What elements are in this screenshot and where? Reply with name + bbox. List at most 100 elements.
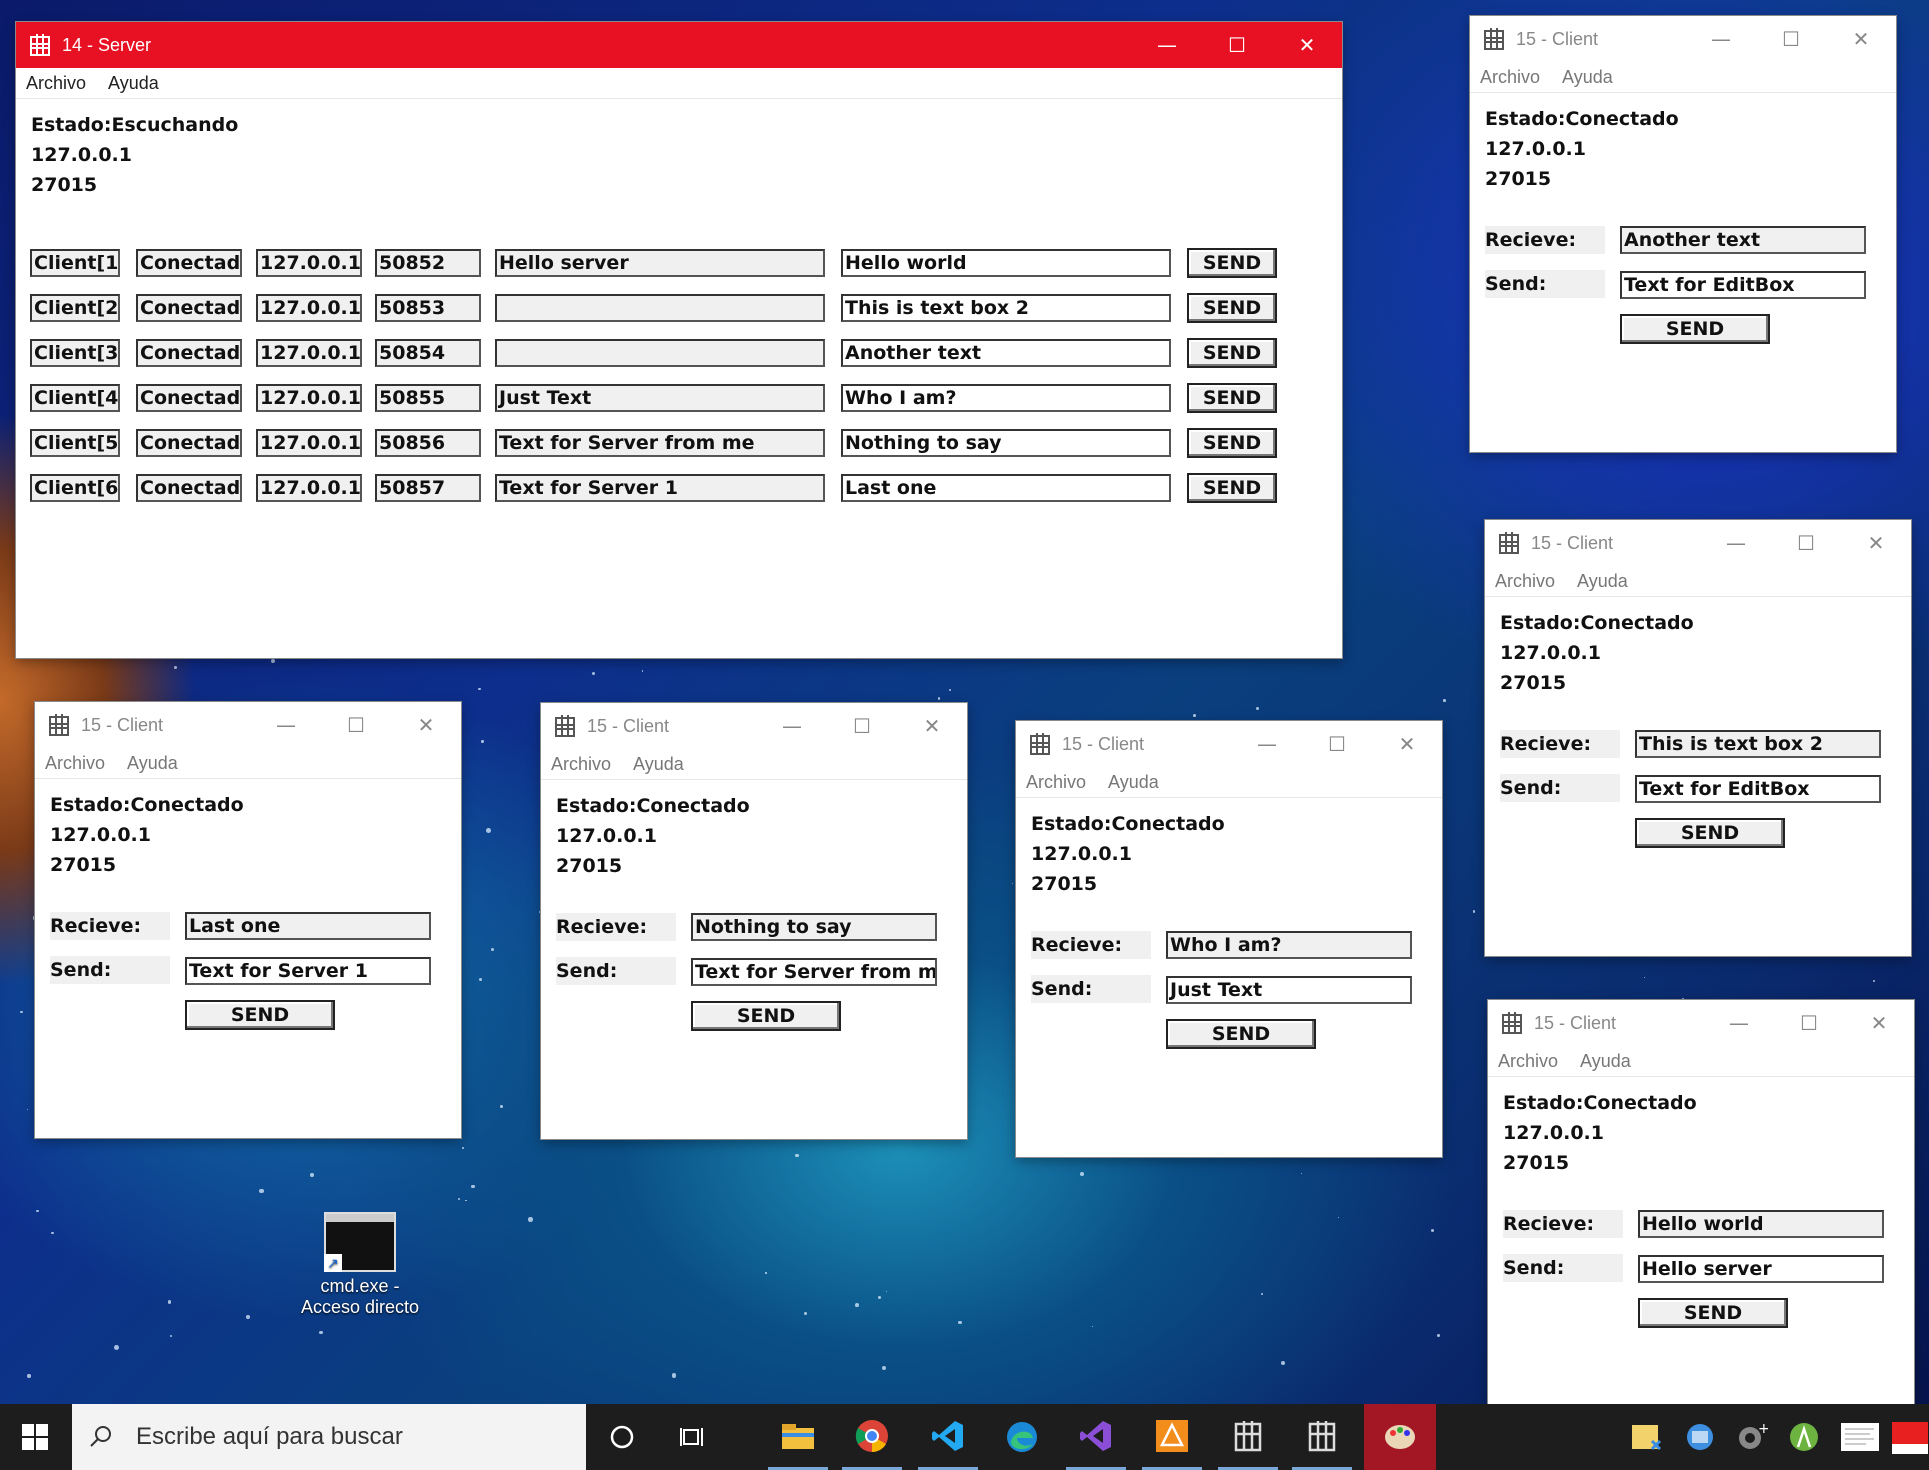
maximize-icon[interactable]: ☐ [1771,520,1841,566]
svg-text:+: + [1758,1421,1768,1437]
received-text-field: Just Text [495,384,825,412]
client-app-taskbar-icon[interactable] [1292,1404,1352,1470]
minimize-icon[interactable]: — [1704,1000,1774,1046]
close-icon[interactable]: ✕ [1272,22,1342,68]
minimize-icon[interactable]: — [1701,520,1771,566]
search-box[interactable]: Escribe aquí para buscar [72,1404,586,1470]
send-text-input[interactable]: Text for Server from me [691,958,937,986]
close-icon[interactable]: ✕ [391,702,461,748]
send-text-input[interactable]: Text for Server 1 [185,957,431,985]
send-button[interactable]: SEND [1187,428,1277,458]
menu-ayuda[interactable]: Ayuda [1108,772,1159,793]
menu-archivo[interactable]: Archivo [1480,67,1540,88]
client-titlebar[interactable]: 15 - Client — ☐ ✕ [1470,16,1896,62]
send-button[interactable]: SEND [691,1001,841,1031]
menu-archivo[interactable]: Archivo [551,754,611,775]
client-titlebar[interactable]: 15 - Client — ☐ ✕ [1016,721,1442,767]
close-icon[interactable]: ✕ [1844,1000,1914,1046]
client-status-field: Conectado [136,384,242,412]
menu-archivo[interactable]: Archivo [1498,1051,1558,1072]
minimize-icon[interactable]: — [1686,16,1756,62]
client-window: 15 - Client — ☐ ✕ Archivo Ayuda Estado:Conecta… [1485,520,1911,956]
minimize-icon[interactable]: — [757,703,827,749]
menu-archivo[interactable]: Archivo [1495,571,1555,592]
close-icon[interactable]: ✕ [1826,16,1896,62]
send-text-input[interactable]: Another text [841,339,1171,367]
menu-ayuda[interactable]: Ayuda [108,73,159,94]
close-icon[interactable]: ✕ [1372,721,1442,767]
downloads-icon[interactable] [1620,1404,1672,1470]
document-thumbnail-icon[interactable] [1834,1404,1886,1470]
close-icon[interactable]: ✕ [897,703,967,749]
network-app-icon[interactable] [1674,1404,1726,1470]
send-button[interactable]: SEND [1187,383,1277,413]
send-text-input[interactable]: Hello world [841,249,1171,277]
client-window: 15 - Client — ☐ ✕ Archivo Ayuda Estado:Conecta… [35,702,461,1138]
menu-ayuda[interactable]: Ayuda [127,753,178,774]
menu-ayuda[interactable]: Ayuda [1580,1051,1631,1072]
send-button[interactable]: SEND [1187,473,1277,503]
received-text-field [495,339,825,367]
client-ip-field: 127.0.0.1 [256,384,362,412]
menu-ayuda[interactable]: Ayuda [633,754,684,775]
minimize-icon[interactable]: — [1132,22,1202,68]
task-view-icon[interactable] [664,1404,724,1470]
menu-archivo[interactable]: Archivo [26,73,86,94]
app-icon [1502,1012,1522,1034]
maximize-icon[interactable]: ☐ [1756,16,1826,62]
close-icon[interactable]: ✕ [1841,520,1911,566]
send-button[interactable]: SEND [1620,314,1770,344]
send-button[interactable]: SEND [1187,248,1277,278]
recieve-label: Recieve: [50,912,170,940]
paint-icon[interactable] [1364,1404,1436,1470]
send-button[interactable]: SEND [1635,818,1785,848]
menu-ayuda[interactable]: Ayuda [1577,571,1628,592]
maximize-icon[interactable]: ☐ [1774,1000,1844,1046]
client-titlebar[interactable]: 15 - Client — ☐ ✕ [35,702,461,748]
send-text-input[interactable]: Text for EditBox [1635,775,1881,803]
send-text-input[interactable]: Last one [841,474,1171,502]
maximize-icon[interactable]: ☐ [827,703,897,749]
send-button[interactable]: SEND [185,1000,335,1030]
visual-studio-icon[interactable] [1066,1404,1126,1470]
window-title: 14 - Server [62,34,152,55]
maximize-icon[interactable]: ☐ [321,702,391,748]
gear-plus-icon[interactable]: + [1726,1404,1778,1470]
cmd-shortcut[interactable]: ↗ cmd.exe - Acceso directo [300,1212,420,1318]
app-orange-icon[interactable] [1142,1404,1202,1470]
send-text-input[interactable]: Hello server [1638,1255,1884,1283]
android-studio-icon[interactable] [1778,1404,1830,1470]
server-app-taskbar-icon[interactable] [1218,1404,1278,1470]
minimize-icon[interactable]: — [251,702,321,748]
send-text-input[interactable]: Nothing to say [841,429,1171,457]
client-titlebar[interactable]: 15 - Client — ☐ ✕ [541,703,967,749]
maximize-icon[interactable]: ☐ [1302,721,1372,767]
send-text-input[interactable]: Text for EditBox [1620,271,1866,299]
send-text-input[interactable]: This is text box 2 [841,294,1171,322]
send-button[interactable]: SEND [1166,1019,1316,1049]
chrome-icon[interactable] [842,1404,902,1470]
menu-archivo[interactable]: Archivo [1026,772,1086,793]
minimize-icon[interactable]: — [1232,721,1302,767]
installer-icon[interactable] [1890,1404,1929,1470]
send-text-input[interactable]: Just Text [1166,976,1412,1004]
start-button[interactable] [0,1404,70,1470]
client-titlebar[interactable]: 15 - Client — ☐ ✕ [1488,1000,1914,1046]
edge-icon[interactable] [992,1404,1052,1470]
cortana-icon[interactable] [592,1404,652,1470]
received-text-field: Hello server [495,249,825,277]
maximize-icon[interactable]: ☐ [1202,22,1272,68]
client-titlebar[interactable]: 15 - Client — ☐ ✕ [1485,520,1911,566]
send-text-input[interactable]: Who I am? [841,384,1171,412]
vscode-icon[interactable] [918,1404,978,1470]
received-text-field: This is text box 2 [1635,730,1881,758]
send-button[interactable]: SEND [1638,1298,1788,1328]
server-titlebar[interactable]: 14 - Server — ☐ ✕ [16,22,1342,68]
recieve-label: Recieve: [1485,226,1605,254]
file-explorer-icon[interactable] [768,1404,828,1470]
send-button[interactable]: SEND [1187,293,1277,323]
menu-archivo[interactable]: Archivo [45,753,105,774]
send-button[interactable]: SEND [1187,338,1277,368]
menu-ayuda[interactable]: Ayuda [1562,67,1613,88]
taskbar: Escribe aquí para buscar + [0,1404,1929,1470]
